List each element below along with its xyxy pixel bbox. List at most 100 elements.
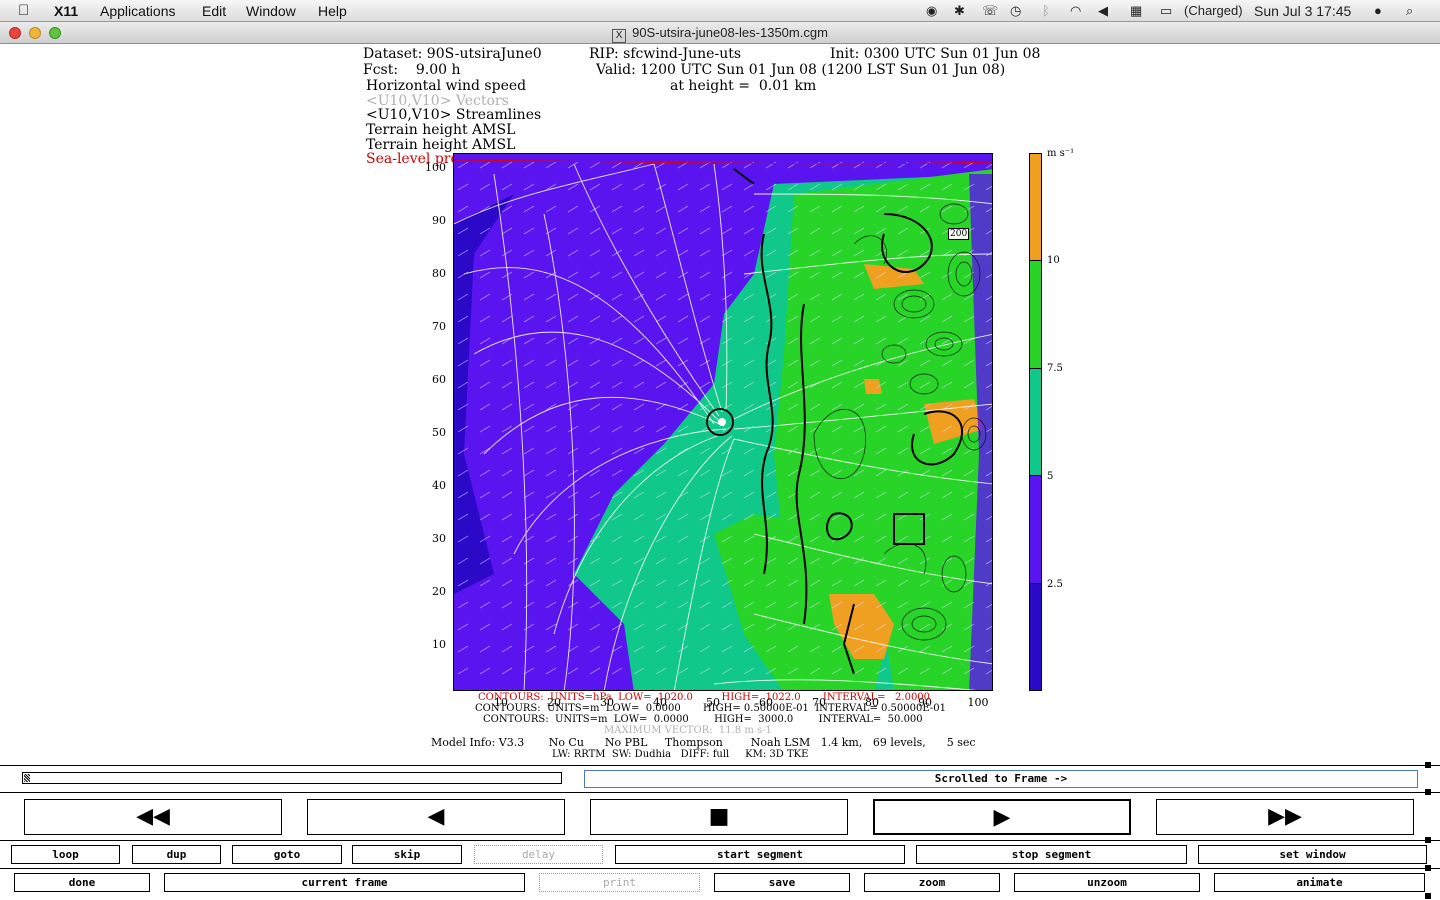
set-window-button[interactable]: set window <box>1198 845 1427 864</box>
scrollbar-thumb[interactable] <box>24 774 30 782</box>
stop-segment-button[interactable]: stop segment <box>916 845 1187 864</box>
menu-help[interactable]: Help <box>318 2 347 20</box>
model-info: Model Info: V3.3 No Cu No PBL Thompson N… <box>431 736 976 749</box>
ytick-label: 20 <box>432 585 446 598</box>
dup-button[interactable]: dup <box>132 845 221 864</box>
rip-label: RIP: sfcwind-June-uts <box>589 46 742 62</box>
status-calendar-icon[interactable]: ▦ <box>1130 2 1142 20</box>
ytick-label: 50 <box>432 426 446 439</box>
ytick-label: 100 <box>425 161 446 174</box>
stop-icon: ■ <box>708 804 730 829</box>
status-time-machine-icon[interactable]: ◷ <box>1010 2 1021 20</box>
resize-handle[interactable] <box>1425 893 1431 899</box>
colorbar-label: 5 <box>1047 471 1054 482</box>
delay-button[interactable]: delay <box>474 845 603 864</box>
max-vector-info: MAXIMUM VECTOR: 11.8 m s-1 <box>604 725 772 736</box>
fast-forward-icon: ▶▶ <box>1268 804 1302 829</box>
menu-app-x11[interactable]: X11 <box>54 2 78 20</box>
current-frame-button[interactable]: current frame <box>164 873 525 892</box>
ytick-label: 80 <box>432 267 446 280</box>
status-owl-icon[interactable]: ◉ <box>926 2 937 20</box>
status-battery-icon[interactable]: ▭ <box>1160 2 1172 20</box>
contour-info-terrain2: CONTOURS: UNITS=m LOW= 0.0000 HIGH= 3000… <box>483 714 923 725</box>
contour-info-terrain1: CONTOURS: UNITS=m LOW= 0.0000 HIGH= 0.50… <box>475 703 946 714</box>
menu-edit[interactable]: Edit <box>202 2 226 20</box>
play-button[interactable]: ▶ <box>873 799 1131 835</box>
separator <box>0 765 1440 766</box>
window-titlebar[interactable]: X 90S-utsira-june08-les-1350m.cgm <box>0 22 1440 44</box>
status-phone-icon[interactable]: ☏ <box>982 2 998 20</box>
ytick-label: 70 <box>432 320 446 333</box>
resize-handle[interactable] <box>1425 865 1431 871</box>
colorbar-segment <box>1030 367 1041 476</box>
separator <box>0 792 1440 793</box>
step-back-icon: ◀ <box>427 804 445 829</box>
colorbar <box>1029 153 1042 691</box>
menu-window[interactable]: Window <box>246 2 296 20</box>
resize-handle[interactable] <box>1425 837 1431 843</box>
stop-button[interactable]: ■ <box>590 799 848 835</box>
valid-label: Valid: 1200 UTC Sun 01 Jun 08 (1200 LST … <box>596 62 1006 78</box>
fcst-label: Fcst: 9.00 h <box>363 62 461 78</box>
unzoom-button[interactable]: unzoom <box>1014 873 1200 892</box>
ytick-label: 40 <box>432 479 446 492</box>
zoom-button[interactable]: zoom <box>864 873 1000 892</box>
frame-scrollbar[interactable] <box>22 772 562 784</box>
height-label: at height = 0.01 km <box>670 78 817 94</box>
colorbar-label: 2.5 <box>1047 579 1063 590</box>
status-wifi-icon[interactable]: ◠ <box>1070 2 1081 20</box>
wind-speed-map: 200 <box>453 153 993 691</box>
animate-button[interactable]: animate <box>1214 873 1425 892</box>
colorbar-unit: m s⁻¹ <box>1047 148 1075 159</box>
resize-handle[interactable] <box>1425 789 1431 795</box>
menu-applications[interactable]: Applications <box>100 2 176 20</box>
init-label: Init: 0300 UTC Sun 01 Jun 08 <box>830 46 1041 62</box>
separator <box>0 868 1440 869</box>
print-button[interactable]: print <box>539 873 700 892</box>
ytick-label: 10 <box>432 638 446 651</box>
skip-button[interactable]: skip <box>352 845 462 864</box>
fast-rewind-icon: ◀◀ <box>136 804 170 829</box>
colorbar-segment <box>1030 582 1041 691</box>
ytick-label: 60 <box>432 373 446 386</box>
frame-status: Scrolled to Frame -> <box>584 770 1418 788</box>
user-icon[interactable]: ● <box>1374 2 1382 20</box>
map-canvas <box>454 154 992 690</box>
colorbar-segment <box>1030 260 1041 368</box>
play-icon: ▶ <box>993 805 1011 830</box>
start-segment-button[interactable]: start segment <box>615 845 905 864</box>
ytick-label: 90 <box>432 214 446 227</box>
done-button[interactable]: done <box>14 873 150 892</box>
contour-label: 200 <box>948 228 970 240</box>
menubar:  X11 Applications Edit Window Help ◉ ✱ … <box>0 0 1440 22</box>
rewind-button[interactable]: ◀◀ <box>24 799 282 835</box>
field-streamlines: <U10,V10> Streamlines <box>366 107 542 123</box>
dataset-label: Dataset: 90S-utsiraJune0 <box>363 46 542 62</box>
save-button[interactable]: save <box>714 873 850 892</box>
goto-button[interactable]: goto <box>232 845 342 864</box>
field-wind-speed: Horizontal wind speed <box>366 78 527 94</box>
colorbar-segment <box>1030 475 1041 583</box>
field-terrain-1: Terrain height AMSL <box>366 122 516 138</box>
model-info-physics: LW: RRTM SW: Dudhia DIFF: full KM: 3D TK… <box>552 749 809 760</box>
window-title: X 90S-utsira-june08-les-1350m.cgm <box>0 24 1440 43</box>
separator <box>0 840 1440 841</box>
battery-status: (Charged) <box>1184 3 1243 18</box>
contour-info-slp: CONTOURS: UNITS=hPa LOW= 1020.0 HIGH= 10… <box>478 692 931 703</box>
xtick-label: 100 <box>967 696 989 709</box>
x11-document-icon: X <box>612 29 627 43</box>
colorbar-label: 10 <box>1047 255 1060 266</box>
status-bluetooth-icon[interactable]: ᛒ <box>1042 2 1050 20</box>
loop-button[interactable]: loop <box>11 845 120 864</box>
spotlight-search-icon[interactable]: ⌕ <box>1406 2 1413 20</box>
apple-menu-icon[interactable]:  <box>18 2 29 19</box>
fast-forward-button[interactable]: ▶▶ <box>1156 799 1414 835</box>
status-volume-icon[interactable]: ◀ <box>1098 2 1108 20</box>
step-back-button[interactable]: ◀ <box>307 799 565 835</box>
colorbar-label: 7.5 <box>1047 363 1063 374</box>
colorbar-segment <box>1030 154 1041 261</box>
ytick-label: 30 <box>432 532 446 545</box>
menubar-clock[interactable]: Sun Jul 3 17:45 <box>1254 2 1351 20</box>
resize-handle[interactable] <box>1425 762 1431 768</box>
status-satellite-icon[interactable]: ✱ <box>954 2 965 20</box>
